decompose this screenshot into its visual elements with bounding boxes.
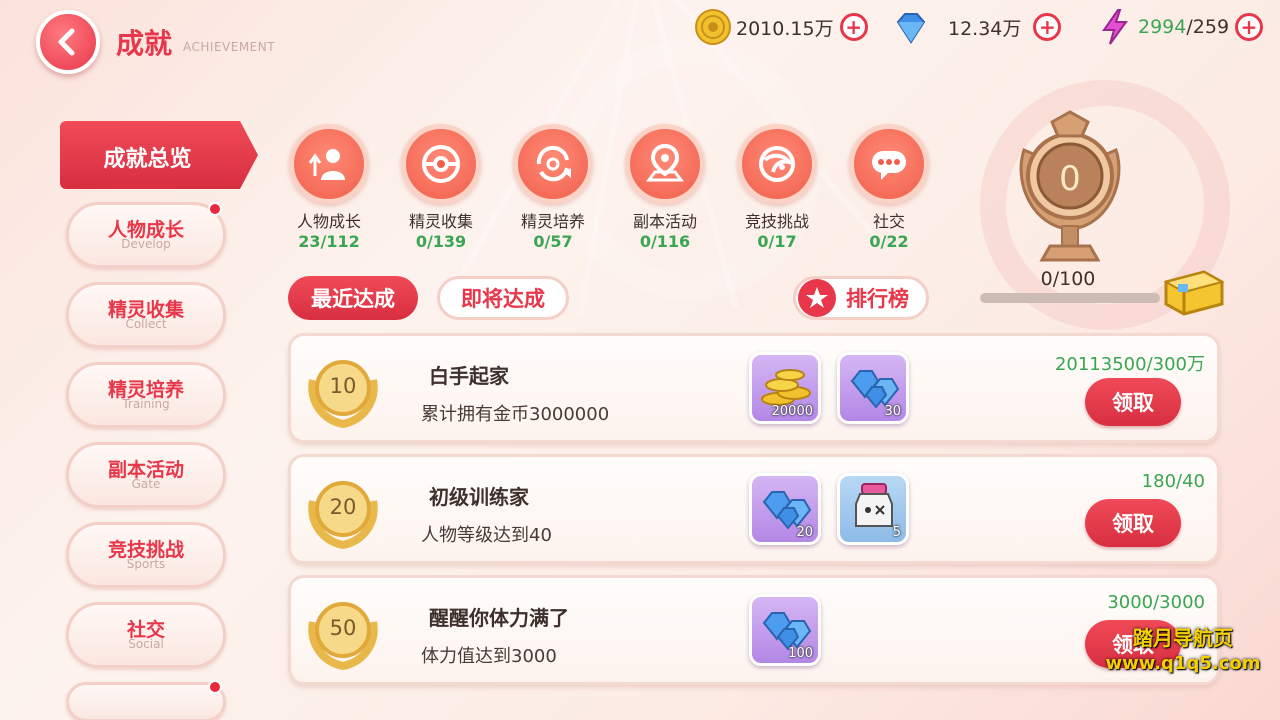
laurel-badge-icon	[308, 602, 378, 671]
back-arrow-icon	[58, 28, 75, 56]
achievement-title: 白手起家	[429, 364, 509, 388]
sidebar-item-overview[interactable]: 成就总览	[60, 121, 258, 189]
category-name: 社交	[872, 212, 905, 231]
sidebar-item-label: 成就总览	[103, 147, 192, 172]
sidebar-item-gate[interactable]: 副本活动 Gate	[66, 442, 226, 508]
sidebar-item-sports[interactable]: 竞技挑战 Sports	[66, 522, 226, 588]
sidebar-item-sublabel: Training	[122, 397, 170, 411]
notification-dot	[208, 202, 222, 216]
chat-bubble-icon	[872, 151, 906, 180]
ranking-star-icon	[798, 279, 836, 317]
achievement-desc: 体力值达到3000	[421, 646, 557, 667]
category-count: 0/116	[639, 232, 691, 251]
achievement-desc: 累计拥有金币3000000	[421, 404, 610, 425]
trophy-level: 0	[1059, 159, 1081, 199]
reward-quantity: 20000	[771, 404, 813, 419]
category-count: 0/57	[533, 232, 573, 251]
category-count: 23/112	[298, 232, 360, 251]
category-name: 精灵收集	[408, 212, 473, 231]
achievement-card: 50 醒醒你体力满了 体力值达到3000 100 3000/3000 领取	[288, 575, 1220, 685]
category-person-growth[interactable]: 人物成长 23/112	[274, 124, 384, 251]
sidebar-item-social[interactable]: 社交 Social	[66, 602, 226, 668]
achievement-title: 醒醒你体力满了	[429, 606, 569, 630]
person-growth-icon	[308, 149, 345, 180]
reward-item[interactable]: 30	[837, 352, 909, 424]
stamina-current: 2994	[1138, 16, 1187, 38]
stamina-resource: 2994 /259 +	[1096, 9, 1264, 45]
category-gate[interactable]: 副本活动 0/116	[610, 124, 720, 251]
pokeball-icon	[422, 145, 460, 183]
reward-quantity: 20	[796, 525, 813, 540]
map-pin-icon	[646, 143, 684, 182]
back-button[interactable]	[36, 10, 100, 74]
lightning-icon	[1102, 9, 1128, 45]
tab-upcoming[interactable]: 即将达成	[437, 276, 569, 320]
watermark-line2: www.q1q5.com	[1105, 653, 1261, 674]
add-stamina-button[interactable]: +	[1235, 13, 1264, 41]
training-cycle-icon	[536, 145, 571, 182]
gold-amount: 2010.15万	[736, 17, 834, 40]
page-subtitle: ACHIEVEMENT	[183, 40, 276, 54]
diamond-icon	[896, 13, 926, 44]
sidebar-item-sublabel: Develop	[121, 237, 171, 251]
sidebar-item-develop[interactable]: 人物成长 Develop	[66, 202, 226, 268]
stamina-max: /259	[1186, 16, 1230, 38]
reward-quantity: 30	[884, 404, 901, 419]
sidebar-item-collect[interactable]: 精灵收集 Collect	[66, 282, 226, 348]
sidebar-item-sublabel: Gate	[131, 477, 161, 491]
category-collect[interactable]: 精灵收集 0/139	[386, 124, 496, 251]
notification-dot	[208, 680, 222, 694]
sidebar-item-sublabel: Sports	[126, 557, 166, 571]
category-name: 人物成长	[296, 212, 361, 231]
category-count: 0/17	[757, 232, 797, 251]
trophy-icon: 0	[1019, 110, 1121, 262]
category-count: 0/22	[869, 232, 909, 251]
achievement-progress: 180/40	[1141, 471, 1205, 492]
category-name: 精灵培养	[520, 212, 585, 231]
page-title: 成就	[116, 27, 173, 60]
achievement-progress: 20113500/300万	[1054, 354, 1205, 375]
category-sports[interactable]: 竞技挑战 0/17	[722, 124, 832, 251]
tab-recent[interactable]: 最近达成	[288, 276, 418, 320]
achievement-card: 10 白手起家 累计拥有金币3000000 20000 30 20113500/…	[288, 333, 1220, 443]
watermark-line1: 踏月导航页	[1133, 626, 1233, 650]
sidebar-item-training[interactable]: 精灵培养 Training	[66, 362, 226, 428]
reward-quantity: 100	[788, 646, 813, 661]
battle-icon	[759, 146, 795, 182]
reward-item[interactable]: 5	[837, 473, 909, 545]
sidebar-item-more[interactable]	[66, 682, 226, 720]
claim-button[interactable]: 领取	[1085, 499, 1181, 547]
achievement-desc: 人物等级达到40	[421, 525, 552, 546]
add-gold-button[interactable]: +	[839, 13, 868, 41]
ranking-label: 排行榜	[846, 287, 909, 311]
achievement-title: 初级训练家	[429, 485, 529, 509]
gold-resource: 2010.15万 +	[694, 9, 868, 45]
add-diamond-button[interactable]: +	[1033, 13, 1062, 41]
category-count: 0/139	[415, 232, 467, 251]
reward-item[interactable]: 20000	[749, 352, 821, 424]
reward-item[interactable]: 20	[749, 473, 821, 545]
sidebar-item-sublabel: Collect	[125, 317, 167, 331]
ranking-button[interactable]: 排行榜	[793, 276, 929, 320]
reward-quantity: 5	[892, 525, 901, 540]
laurel-badge-icon	[308, 360, 378, 429]
reward-item[interactable]: 100	[749, 594, 821, 666]
achievement-progress: 3000/3000	[1107, 592, 1205, 613]
category-name: 副本活动	[632, 212, 697, 231]
watermark: 踏月导航页 www.q1q5.com	[1098, 622, 1268, 674]
achievement-card: 20 初级训练家 人物等级达到40 20 5 180/40 领取	[288, 454, 1220, 564]
trophy-progress-text: 0/100	[1040, 268, 1096, 290]
sidebar-item-sublabel: Social	[128, 637, 164, 651]
gold-coin-icon	[695, 9, 731, 45]
claim-button[interactable]: 领取	[1085, 378, 1181, 426]
trophy-progress-bar	[980, 293, 1160, 303]
laurel-badge-icon	[308, 481, 378, 550]
diamond-amount: 12.34万	[948, 17, 1022, 40]
category-training[interactable]: 精灵培养 0/57	[498, 124, 608, 251]
diamond-resource: 12.34万 +	[892, 10, 1062, 44]
category-social[interactable]: 社交 0/22	[834, 124, 944, 251]
category-name: 竞技挑战	[744, 212, 809, 231]
treasure-chest-icon[interactable]	[1160, 264, 1228, 316]
